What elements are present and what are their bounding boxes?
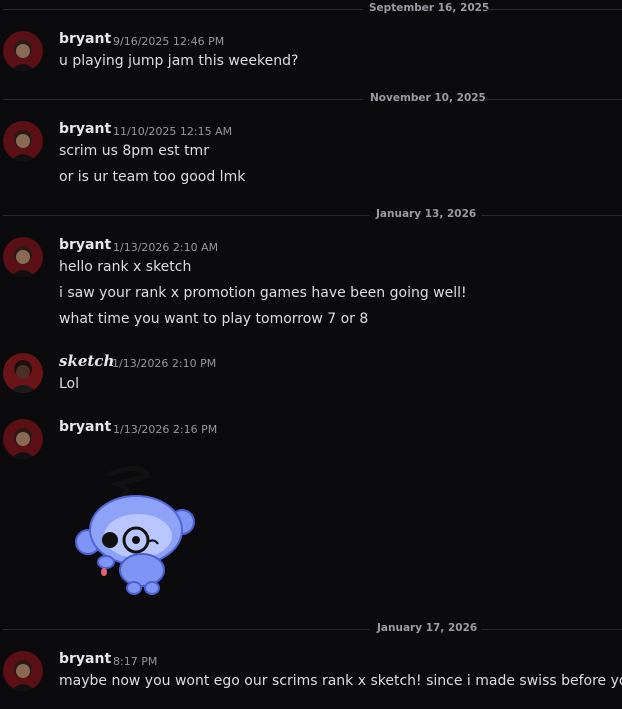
message-text: what time you want to play tomorrow 7 or… xyxy=(59,311,369,327)
date-divider: January 13, 2026 xyxy=(0,207,622,223)
avatar[interactable] xyxy=(3,121,43,161)
avatar[interactable] xyxy=(3,31,43,71)
message-text: maybe now you wont ego our scrims rank x… xyxy=(59,673,622,689)
date-divider: January 17, 2026 xyxy=(0,621,622,637)
date-divider: November 10, 2025 xyxy=(0,91,622,107)
message-timestamp: 1/13/2026 2:10 AM xyxy=(113,241,219,254)
message-text: hello rank x sketch xyxy=(59,259,192,275)
message-author[interactable]: sketch xyxy=(59,352,114,370)
date-divider-label: January 17, 2026 xyxy=(377,622,478,634)
message-author[interactable]: bryant xyxy=(59,121,111,137)
avatar[interactable] xyxy=(3,651,43,691)
avatar[interactable] xyxy=(3,419,43,459)
message-text: i saw your rank x promotion games have b… xyxy=(59,285,467,301)
message-timestamp: 8:17 PM xyxy=(113,655,158,668)
message-author[interactable]: bryant xyxy=(59,31,111,47)
robot-sticker-icon[interactable] xyxy=(70,462,200,598)
message-author[interactable]: bryant xyxy=(59,419,111,435)
avatar[interactable] xyxy=(3,237,43,277)
message-timestamp: 1/13/2026 2:16 PM xyxy=(113,423,218,436)
message-author[interactable]: bryant xyxy=(59,651,111,667)
date-divider-label: September 16, 2025 xyxy=(369,2,490,14)
message-timestamp: 11/10/2025 12:15 AM xyxy=(113,125,233,138)
message-text: Lol xyxy=(59,376,80,392)
date-divider-label: November 10, 2025 xyxy=(370,92,486,104)
message-text: u playing jump jam this weekend? xyxy=(59,53,299,69)
message-text: scrim us 8pm est tmr xyxy=(59,143,209,159)
message-timestamp: 9/16/2025 12:46 PM xyxy=(113,35,225,48)
message-author[interactable]: bryant xyxy=(59,237,111,253)
date-divider-label: January 13, 2026 xyxy=(376,208,477,220)
message-text: or is ur team too good lmk xyxy=(59,169,246,185)
avatar[interactable] xyxy=(3,353,43,393)
message-timestamp: 1/13/2026 2:10 PM xyxy=(112,357,217,370)
date-divider: September 16, 2025 xyxy=(0,1,622,17)
